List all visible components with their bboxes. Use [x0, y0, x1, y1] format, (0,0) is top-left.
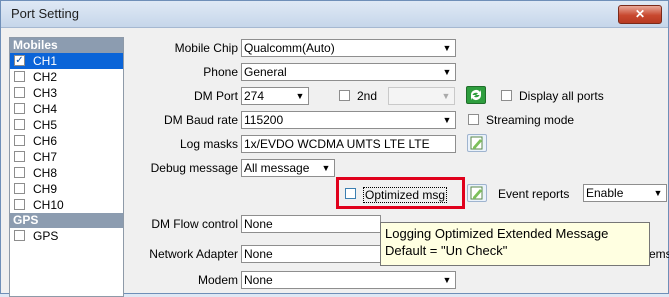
group-header-mobiles: Mobiles: [10, 38, 123, 53]
log-masks-label: Log masks: [179, 137, 238, 151]
edit-icon: [470, 136, 483, 150]
list-item-gps[interactable]: GPS: [10, 228, 123, 244]
modem-select[interactable]: None ▼: [241, 271, 456, 289]
mobile-chip-label: Mobile Chip: [174, 41, 238, 55]
list-item-ch7[interactable]: CH7: [10, 149, 123, 165]
list-item-ch6[interactable]: CH6: [10, 133, 123, 149]
ch10-label: CH10: [33, 198, 64, 212]
chevron-down-icon: ▼: [292, 88, 308, 104]
ch9-label: CH9: [33, 182, 58, 196]
chevron-down-icon: ▼: [439, 272, 455, 288]
ch10-checkbox[interactable]: [14, 199, 25, 210]
ch8-checkbox[interactable]: [14, 167, 25, 178]
edit-icon: [470, 186, 483, 200]
list-item-ch3[interactable]: CH3: [10, 85, 123, 101]
port-setting-window: Port Setting ✕ Mobiles ✓ CH1 CH2 CH3 CH4 …: [0, 0, 669, 297]
chevron-down-icon: ▼: [650, 185, 666, 201]
channel-list: Mobiles ✓ CH1 CH2 CH3 CH4 CH5 CH6 CH7 CH8…: [9, 37, 124, 297]
dm-baud-rate-label: DM Baud rate: [163, 113, 238, 127]
phone-select[interactable]: General ▼: [241, 63, 456, 81]
ch4-label: CH4: [33, 102, 58, 116]
edit-log-masks-button[interactable]: [467, 134, 487, 152]
ch8-label: CH8: [33, 166, 58, 180]
ch2-label: CH2: [33, 70, 58, 84]
chevron-down-icon: ▼: [439, 40, 455, 56]
second-port-select[interactable]: ▼: [388, 87, 455, 105]
ch5-checkbox[interactable]: [14, 119, 25, 130]
chevron-down-icon: ▼: [439, 112, 455, 128]
dm-port-label: DM Port: [193, 89, 238, 103]
log-masks-field: 1x/EVDO WCDMA UMTS LTE LTE: [241, 135, 456, 153]
second-port-label: 2nd: [357, 89, 378, 103]
ch6-label: CH6: [33, 134, 58, 148]
list-item-ch5[interactable]: CH5: [10, 117, 123, 133]
network-adapter-label: Network Adapter: [149, 247, 238, 261]
dm-port-select[interactable]: 274 ▼: [241, 87, 309, 105]
ch5-label: CH5: [33, 118, 58, 132]
streaming-mode-checkbox[interactable]: [468, 114, 479, 125]
title-bar: Port Setting ✕: [1, 1, 668, 28]
phone-label: Phone: [203, 65, 238, 79]
display-all-ports-checkbox[interactable]: [501, 90, 512, 101]
refresh-icon: [471, 90, 481, 100]
chevron-down-icon: ▼: [318, 160, 334, 176]
edit-debug-button[interactable]: [467, 184, 487, 202]
event-reports-label: Event reports: [498, 187, 570, 201]
close-icon: ✕: [634, 7, 646, 21]
refresh-ports-button[interactable]: [466, 86, 486, 104]
streaming-mode-label: Streaming mode: [486, 113, 575, 127]
modem-value: None: [244, 273, 273, 287]
list-item-ch9[interactable]: CH9: [10, 181, 123, 197]
phone-value: General: [244, 65, 287, 79]
second-port-checkbox[interactable]: [339, 90, 350, 101]
event-reports-value: Enable: [586, 186, 624, 200]
debug-message-value: All message: [244, 161, 310, 175]
group-header-gps: GPS: [10, 213, 123, 228]
optimized-msg-checkbox[interactable]: [345, 188, 356, 199]
tooltip-line-2: Default = "Un Check": [385, 243, 508, 258]
ch4-checkbox[interactable]: [14, 103, 25, 114]
ch3-checkbox[interactable]: [14, 87, 25, 98]
dm-baud-rate-select[interactable]: 115200 ▼: [241, 111, 456, 129]
tooltip-line-1: Logging Optimized Extended Message: [385, 226, 609, 241]
network-adapter-suffix: ems: [649, 247, 669, 261]
ch1-label: CH1: [33, 54, 58, 68]
dm-baud-rate-value: 115200: [244, 113, 284, 127]
window-title: Port Setting: [11, 6, 79, 21]
dm-flow-control-value: None: [244, 217, 273, 231]
list-item-ch1[interactable]: ✓ CH1: [10, 53, 123, 69]
ch6-checkbox[interactable]: [14, 135, 25, 146]
modem-label: Modem: [197, 273, 238, 287]
gps-checkbox[interactable]: [14, 230, 25, 241]
ch1-checkbox[interactable]: ✓: [14, 55, 25, 66]
network-adapter-select[interactable]: None: [241, 245, 381, 263]
network-adapter-value: None: [244, 247, 273, 261]
tooltip: Logging Optimized Extended Message Defau…: [380, 222, 650, 266]
debug-message-select[interactable]: All message ▼: [241, 159, 335, 177]
ch7-label: CH7: [33, 150, 58, 164]
log-masks-value: 1x/EVDO WCDMA UMTS LTE LTE: [244, 137, 430, 151]
display-all-ports-label: Display all ports: [519, 89, 604, 103]
close-button[interactable]: ✕: [618, 5, 662, 24]
list-item-ch8[interactable]: CH8: [10, 165, 123, 181]
event-reports-select[interactable]: Enable ▼: [583, 184, 667, 202]
chevron-down-icon: ▼: [438, 88, 454, 104]
mobile-chip-value: Qualcomm(Auto): [244, 41, 335, 55]
chevron-down-icon: ▼: [439, 64, 455, 80]
ch7-checkbox[interactable]: [14, 151, 25, 162]
gps-label: GPS: [33, 229, 59, 243]
ch2-checkbox[interactable]: [14, 71, 25, 82]
ch3-label: CH3: [33, 86, 58, 100]
debug-message-label: Debug message: [150, 161, 238, 175]
optimized-msg-label: Optimized msg: [363, 187, 448, 203]
list-item-ch2[interactable]: CH2: [10, 69, 123, 85]
mobile-chip-select[interactable]: Qualcomm(Auto) ▼: [241, 39, 456, 57]
dm-flow-control-label: DM Flow control: [151, 217, 238, 231]
dm-port-value: 274: [244, 89, 265, 103]
ch9-checkbox[interactable]: [14, 183, 25, 194]
dm-flow-control-select[interactable]: None: [241, 215, 381, 233]
list-item-ch4[interactable]: CH4: [10, 101, 123, 117]
list-item-ch10[interactable]: CH10: [10, 197, 123, 213]
